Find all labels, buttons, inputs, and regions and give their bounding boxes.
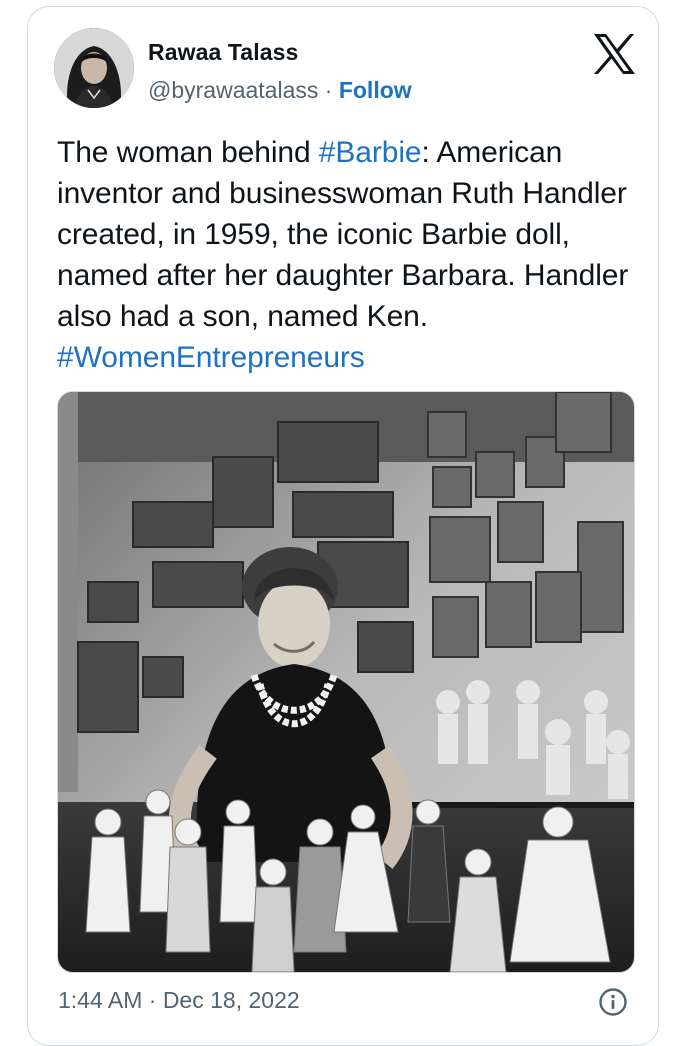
info-icon[interactable] bbox=[598, 987, 628, 1017]
author-handle-row: @byrawaatalass · Follow bbox=[148, 77, 412, 104]
x-logo-icon[interactable] bbox=[592, 33, 636, 75]
tweet-text-segment: The woman behind bbox=[57, 136, 319, 169]
handle-separator: · bbox=[318, 77, 339, 103]
tweet-text: The woman behind #Barbie: American inven… bbox=[57, 132, 647, 378]
author-avatar[interactable] bbox=[54, 28, 134, 108]
author-name[interactable]: Rawaa Talass bbox=[148, 39, 298, 66]
avatar-photo bbox=[54, 28, 134, 108]
hashtag-barbie[interactable]: #Barbie bbox=[319, 136, 422, 169]
hashtag-women-entrepreneurs[interactable]: #WomenEntrepreneurs bbox=[57, 341, 365, 374]
tweet-photo[interactable] bbox=[57, 391, 635, 973]
follow-button[interactable]: Follow bbox=[339, 77, 412, 103]
tweet-timestamp[interactable]: 1:44 AM · Dec 18, 2022 bbox=[58, 987, 300, 1014]
author-handle[interactable]: @byrawaatalass bbox=[148, 77, 318, 103]
tweet-card: Rawaa Talass @byrawaatalass · Follow The… bbox=[27, 6, 659, 1046]
photo-illustration bbox=[58, 392, 634, 972]
